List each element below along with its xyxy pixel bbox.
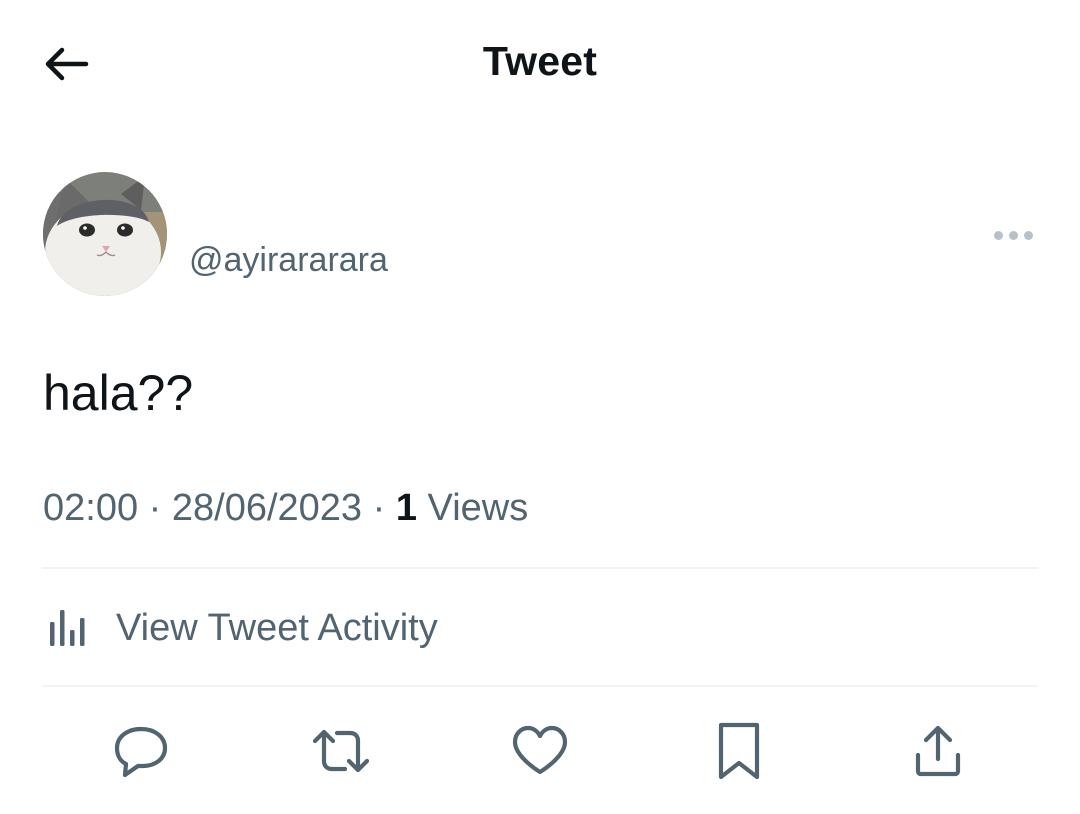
bookmark-button[interactable] xyxy=(704,716,774,786)
user-handle[interactable]: @ayirararara xyxy=(189,241,388,280)
tweet-meta: 02:00 · 28/06/2023 · 1 Views xyxy=(43,487,528,530)
retweet-icon xyxy=(312,729,370,773)
divider xyxy=(42,567,1038,569)
bar-chart-icon xyxy=(50,610,85,646)
like-button[interactable] xyxy=(505,716,575,786)
more-horizontal-icon xyxy=(993,230,1003,240)
tweet-text: hala?? xyxy=(43,365,194,421)
avatar[interactable] xyxy=(43,172,167,296)
views-count: 1 xyxy=(395,487,417,529)
views-label: Views xyxy=(427,487,529,529)
meta-separator: · xyxy=(148,487,162,529)
reply-button[interactable] xyxy=(106,716,176,786)
cat-avatar xyxy=(43,172,167,296)
retweet-button[interactable] xyxy=(306,716,376,786)
share-button[interactable] xyxy=(903,716,973,786)
divider xyxy=(42,685,1038,687)
share-icon xyxy=(915,725,961,777)
bookmark-icon xyxy=(718,722,760,780)
tweet-date[interactable]: 28/06/2023 xyxy=(172,487,362,529)
top-bar: Tweet xyxy=(0,0,1080,126)
action-bar xyxy=(0,716,1080,786)
page-title: Tweet xyxy=(482,38,598,84)
reply-icon xyxy=(114,726,168,778)
meta-separator: · xyxy=(372,487,386,529)
view-tweet-activity-link[interactable]: View Tweet Activity xyxy=(42,598,438,658)
tweet-time[interactable]: 02:00 xyxy=(43,487,138,529)
more-options-button[interactable] xyxy=(980,218,1046,252)
activity-label: View Tweet Activity xyxy=(116,606,438,649)
heart-icon xyxy=(512,725,568,775)
